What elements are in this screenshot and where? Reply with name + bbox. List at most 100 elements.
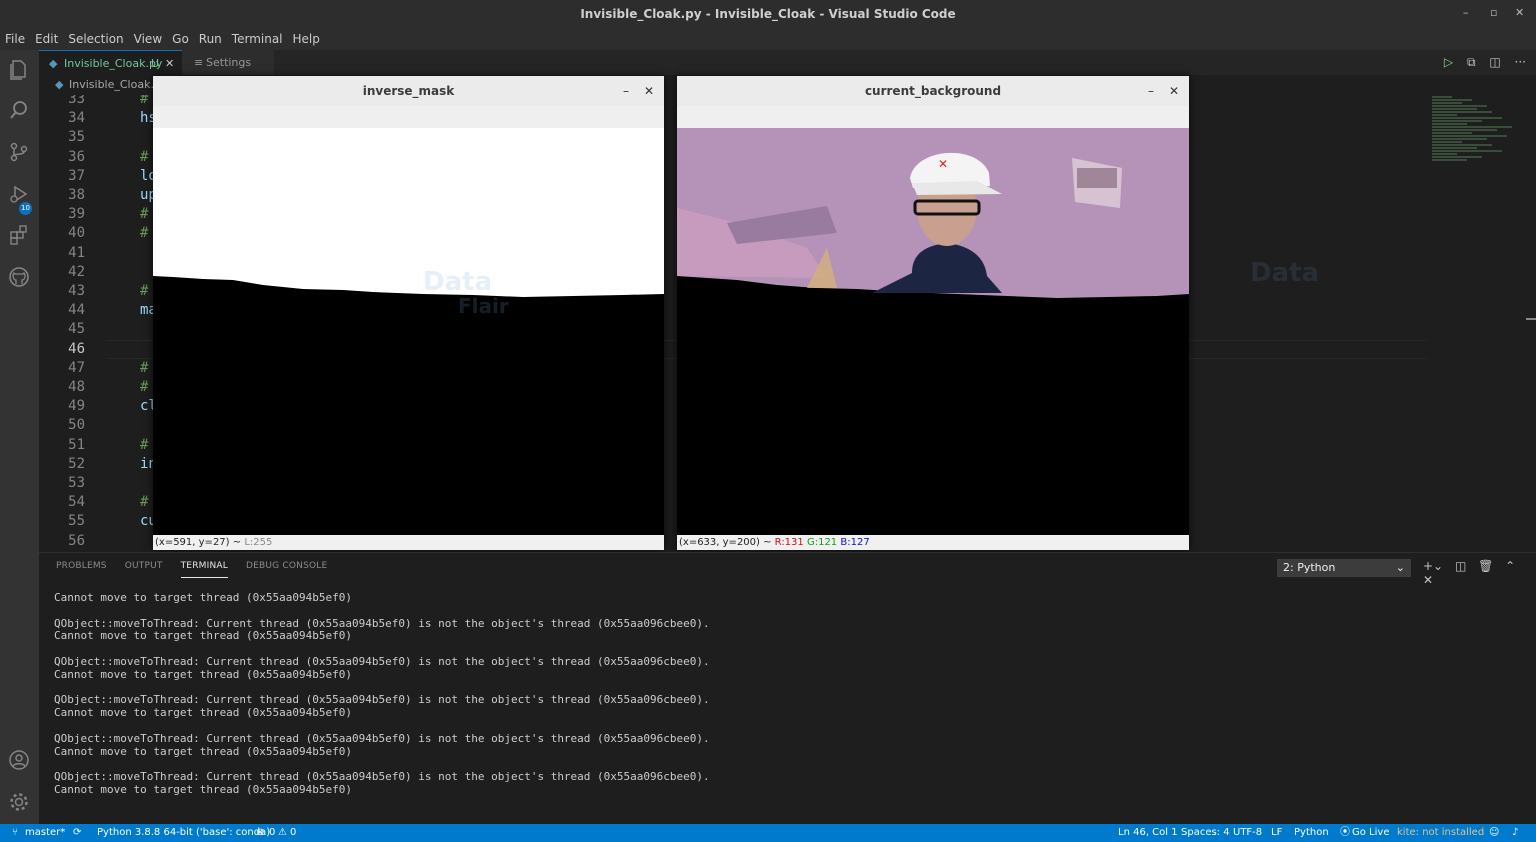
close-icon[interactable]: ✕ [1515,6,1524,19]
tab-problems[interactable]: PROBLEMS [56,561,107,577]
window-title: Invisible_Cloak.py - Invisible_Cloak - V… [580,7,956,21]
terminal-line: Cannot move to target thread (0x55aa094b… [54,706,353,720]
line-number: 37 [68,167,85,184]
untracked-status: U [151,57,160,70]
minimize-icon[interactable]: – [623,76,629,106]
tab-invisible-cloak[interactable]: ◆ Invisible_Cloak.py U ✕ [39,50,182,75]
close-icon[interactable]: ✕ [1169,76,1179,106]
line-number: 33 [68,95,85,107]
tab-terminal[interactable]: TERMINAL [180,561,228,578]
minimize-icon[interactable]: – [1463,6,1469,19]
line-number: 51 [68,436,85,453]
menu-selection[interactable]: Selection [63,32,128,46]
go-live[interactable]: Go Live [1352,824,1389,842]
split-terminal-icon[interactable]: ◫ [1455,559,1466,573]
tab-close-icon[interactable]: ✕ [165,51,174,76]
source-control-icon[interactable] [8,141,30,163]
terminal-line: Cannot move to target thread (0x55aa094b… [54,591,353,604]
trash-icon[interactable]: 🗑 [1478,559,1493,573]
error-count[interactable]: 0 [269,824,275,842]
line-ending[interactable]: LF [1271,824,1282,842]
line-number: 46 [68,340,85,357]
menu-terminal[interactable]: Terminal [227,32,288,46]
search-icon[interactable] [8,99,30,121]
terminal-line: Cannot move to target thread (0x55aa094b… [54,782,353,796]
bottom-panel: PROBLEMS OUTPUT TERMINAL DEBUG CONSOLE 2: P… [39,552,1536,825]
explorer-icon[interactable] [8,58,30,80]
broadcast-icon: ⦿ [1340,827,1350,838]
scrollbar[interactable] [1526,318,1536,320]
extensions-icon[interactable] [8,224,30,246]
python-file-icon: ◆ [49,57,58,70]
line-number: 40 [68,225,85,242]
terminal-line: Cannot move to target thread (0x55aa094b… [54,744,353,758]
indentation[interactable]: Spaces: 4 [1181,824,1230,842]
tab-settings[interactable]: ≡ Settings [182,50,274,75]
cursor-position[interactable]: Ln 46, Col 1 [1118,824,1178,842]
run-file-icon[interactable]: ▷ [1444,55,1453,69]
run-debug-icon[interactable] [8,183,30,205]
menu-file[interactable]: File [0,32,30,46]
settings-file-icon: ≡ [194,56,204,69]
blue-value: B:127 [840,537,870,548]
gear-icon[interactable] [8,791,30,813]
compare-icon[interactable]: ⧉ [1467,55,1476,69]
maximize-panel-icon[interactable]: ⌃ [1505,559,1515,573]
cursor-coordinates: (x=633, y=200) ~ [679,537,775,548]
line-number: 54 [68,494,85,511]
maximize-icon[interactable]: ▫ [1490,6,1497,19]
red-value: R:131 [774,537,804,548]
more-actions-icon[interactable]: ··· [1515,55,1526,69]
line-number: 44 [68,302,85,319]
terminal-select[interactable]: 2: Python ⌄ [1277,559,1411,577]
image-toolbar [677,106,1189,128]
branch-icon: ⑂ [12,827,18,838]
line-number: 53 [68,475,85,491]
tab-debug-console[interactable]: DEBUG CONSOLE [246,561,327,577]
menu-view[interactable]: View [129,32,167,46]
tab-label: Invisible_Cloak.py [64,57,163,70]
line-number: 47 [68,359,85,376]
minimap[interactable] [1432,95,1532,215]
new-terminal-icon[interactable]: +⌄ [1423,559,1443,573]
code-line: # [140,206,149,223]
tab-output[interactable]: OUTPUT [125,561,163,577]
encoding[interactable]: UTF-8 [1233,824,1262,842]
current-background-window[interactable]: current_background – ✕ ✕ (x=633, y=200) … [677,76,1189,550]
kite-status[interactable]: kite: not installed [1397,824,1484,842]
feedback-icon[interactable]: ☺ [1489,824,1499,842]
github-icon[interactable] [8,266,30,288]
language-mode[interactable]: Python [1294,824,1329,842]
inverse-mask-title: inverse_mask [153,76,664,106]
current-background-title: current_background [677,76,1189,106]
bell-icon[interactable]: ♪ [1512,824,1518,842]
terminal-line: Cannot move to target thread (0x55aa094b… [54,667,353,681]
terminal-output[interactable]: Cannot move to target thread (0x55aa094b… [54,591,710,797]
code-line: # [140,494,149,511]
title-bar: Invisible_Cloak.py - Invisible_Cloak - V… [0,0,1536,28]
menu-run[interactable]: Run [194,32,227,46]
git-branch[interactable]: master* [25,824,65,842]
close-icon[interactable]: ✕ [644,76,654,106]
minimize-icon[interactable]: – [1148,76,1154,106]
editor-tab-bar: ◆ Invisible_Cloak.py U ✕ ≡ Settings ▷ ⧉ … [39,50,1536,75]
code-line: # [140,379,149,395]
inverse-mask-window[interactable]: inverse_mask – ✕ Data Flair (x=591, y=27… [153,76,664,550]
split-editor-icon[interactable]: ◫ [1489,55,1500,69]
warning-count[interactable]: 0 [290,824,296,842]
menu-edit[interactable]: Edit [30,32,63,46]
sync-icon[interactable]: ⟳ [73,824,81,842]
menu-bar: File Edit Selection View Go Run Terminal… [0,28,1536,50]
line-number: 39 [68,206,85,223]
python-interpreter[interactable]: Python 3.8.8 64-bit ('base': conda) [97,824,270,842]
current-background-image: ✕ [677,128,1189,535]
code-line: # [140,95,149,107]
terminal-line: QObject::moveToThread: Current thread (0… [54,731,710,745]
account-icon[interactable] [8,749,30,771]
code-line: # [140,359,149,376]
menu-help[interactable]: Help [288,32,325,46]
inverse-mask-image: Data Flair [153,128,664,535]
cursor-coordinates: (x=591, y=27) ~ [155,537,245,548]
close-panel-icon[interactable]: ✕ [1423,573,1433,587]
menu-go[interactable]: Go [167,32,194,46]
